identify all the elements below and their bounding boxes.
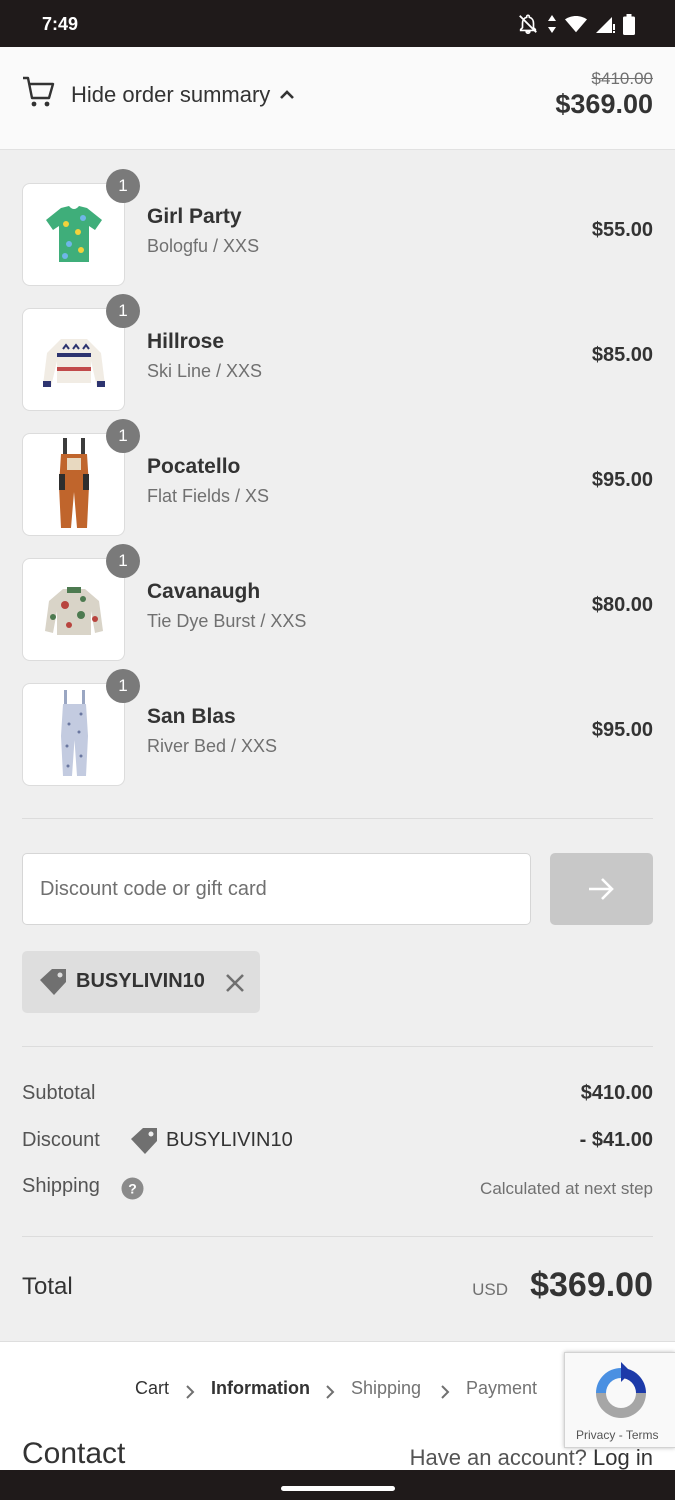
- notifications-off-icon: [519, 14, 537, 34]
- total-label: Total: [22, 1273, 73, 1300]
- product-thumbnail: [22, 308, 125, 411]
- item-price: $80.00: [591, 594, 653, 616]
- discount-code-inline: BUSYLIVIN10: [166, 1129, 293, 1151]
- recaptcha-badge[interactable]: Privacy - Terms: [564, 1352, 675, 1448]
- breadcrumb-payment: Payment: [466, 1378, 538, 1398]
- shipping-value: Calculated at next step: [480, 1179, 653, 1198]
- item-variant: Flat Fields / XS: [147, 486, 270, 506]
- recaptcha-separator: -: [618, 1428, 623, 1442]
- data-arrows-icon: [548, 15, 556, 33]
- contact-heading: Contact: [22, 1437, 126, 1470]
- line-item: 1 Pocatello Flat Fields / XS $95.00: [22, 419, 653, 536]
- fleece-image: [45, 587, 103, 635]
- tag-icon: [40, 969, 66, 995]
- quantity-badge: 1: [106, 294, 140, 328]
- item-name: Girl Party: [147, 205, 242, 228]
- account-prompt-text: Have an account?: [409, 1445, 587, 1470]
- account-prompt: Have an account? Log in: [410, 1445, 653, 1471]
- quantity-badge: 1: [106, 169, 140, 203]
- item-price: $55.00: [591, 219, 653, 241]
- line-item: 1 Cavanaugh Tie Dye Burst / XXS $80.00: [22, 544, 653, 661]
- recaptcha-logo-icon: [596, 1362, 646, 1418]
- home-gesture-handle[interactable]: [281, 1486, 395, 1491]
- original-total: $410.00: [591, 69, 653, 88]
- applied-discount-code: BUSYLIVIN10: [76, 970, 205, 992]
- item-name: Hillrose: [147, 330, 225, 353]
- denim-overalls-image: [61, 690, 88, 776]
- tag-icon: [131, 1128, 157, 1154]
- item-price: $85.00: [591, 344, 653, 366]
- chevron-right-icon: [326, 1385, 335, 1399]
- chevron-right-icon: [441, 1385, 450, 1399]
- product-thumbnail: [22, 433, 125, 536]
- discount-value: - $41.00: [579, 1129, 653, 1151]
- item-variant: Ski Line / XXS: [147, 361, 263, 381]
- help-icon[interactable]: ?: [121, 1177, 144, 1200]
- wifi-icon: [565, 15, 587, 33]
- order-summary-toggle-label: Hide order summary: [71, 82, 271, 107]
- subtotal-label: Subtotal: [22, 1082, 96, 1104]
- quantity-badge: 1: [106, 419, 140, 453]
- discount-code-input[interactable]: [22, 853, 531, 925]
- quantity-badge: 1: [106, 544, 140, 578]
- item-price: $95.00: [591, 469, 653, 491]
- breadcrumb-information: Information: [211, 1378, 310, 1398]
- divider: [22, 1236, 653, 1237]
- item-name: Pocatello: [147, 455, 241, 478]
- item-variant: Bologfu / XXS: [147, 236, 260, 256]
- recaptcha-links: Privacy - Terms: [576, 1428, 658, 1442]
- line-item: 1 San Blas River Bed / XXS $95.00: [22, 669, 653, 786]
- login-link[interactable]: Log in: [593, 1445, 653, 1470]
- item-price: $95.00: [591, 719, 653, 741]
- overalls-image: [59, 438, 89, 528]
- product-thumbnail: [22, 558, 125, 661]
- chevron-up-icon: [280, 90, 294, 99]
- battery-icon: [623, 13, 635, 35]
- svg-text:?: ?: [128, 1181, 137, 1197]
- status-bar: 7:49: [0, 0, 675, 47]
- order-summary-panel: 1 Girl Party Bologfu / XXS $55.00 1 Hill…: [0, 150, 675, 1342]
- shipping-label: Shipping: [22, 1175, 100, 1197]
- breadcrumb-shipping: Shipping: [351, 1378, 422, 1398]
- cart-icon: [23, 76, 55, 107]
- quantity-badge: 1: [106, 669, 140, 703]
- item-variant: River Bed / XXS: [147, 736, 278, 756]
- item-name: Cavanaugh: [147, 580, 261, 603]
- line-item: 1 Hillrose Ski Line / XXS $85.00: [22, 294, 653, 411]
- subtotal-value: $410.00: [580, 1082, 653, 1104]
- sweater-image: [43, 339, 105, 387]
- recaptcha-privacy-link[interactable]: Privacy: [576, 1428, 615, 1442]
- discount-label: Discount: [22, 1129, 100, 1151]
- status-icons: [517, 12, 635, 36]
- chevron-right-icon: [186, 1385, 195, 1399]
- product-thumbnail: [22, 683, 125, 786]
- recaptcha-terms-link[interactable]: Terms: [626, 1428, 659, 1442]
- shirt-image: [46, 206, 102, 262]
- arrow-right-icon: [589, 878, 614, 900]
- divider: [22, 818, 653, 819]
- applied-discount-tag: BUSYLIVIN10: [22, 951, 260, 1013]
- apply-discount-button[interactable]: [550, 853, 653, 925]
- currency-code: USD: [472, 1280, 508, 1299]
- divider: [22, 1046, 653, 1047]
- product-thumbnail: [22, 183, 125, 286]
- item-name: San Blas: [147, 705, 236, 728]
- signal-icon: [596, 17, 615, 33]
- close-icon[interactable]: [224, 972, 246, 994]
- total-value: $369.00: [530, 1266, 653, 1304]
- line-item: 1 Girl Party Bologfu / XXS $55.00: [22, 169, 653, 286]
- status-time: 7:49: [42, 14, 79, 34]
- order-summary-toggle[interactable]: Hide order summary $410.00 $369.00: [0, 47, 675, 150]
- summary-total: $369.00: [555, 89, 653, 119]
- breadcrumb-cart[interactable]: Cart: [135, 1378, 169, 1399]
- navigation-bar: [0, 1470, 675, 1500]
- item-variant: Tie Dye Burst / XXS: [147, 611, 307, 631]
- checkout-breadcrumb: Cart Information Shipping Payment: [0, 1376, 560, 1406]
